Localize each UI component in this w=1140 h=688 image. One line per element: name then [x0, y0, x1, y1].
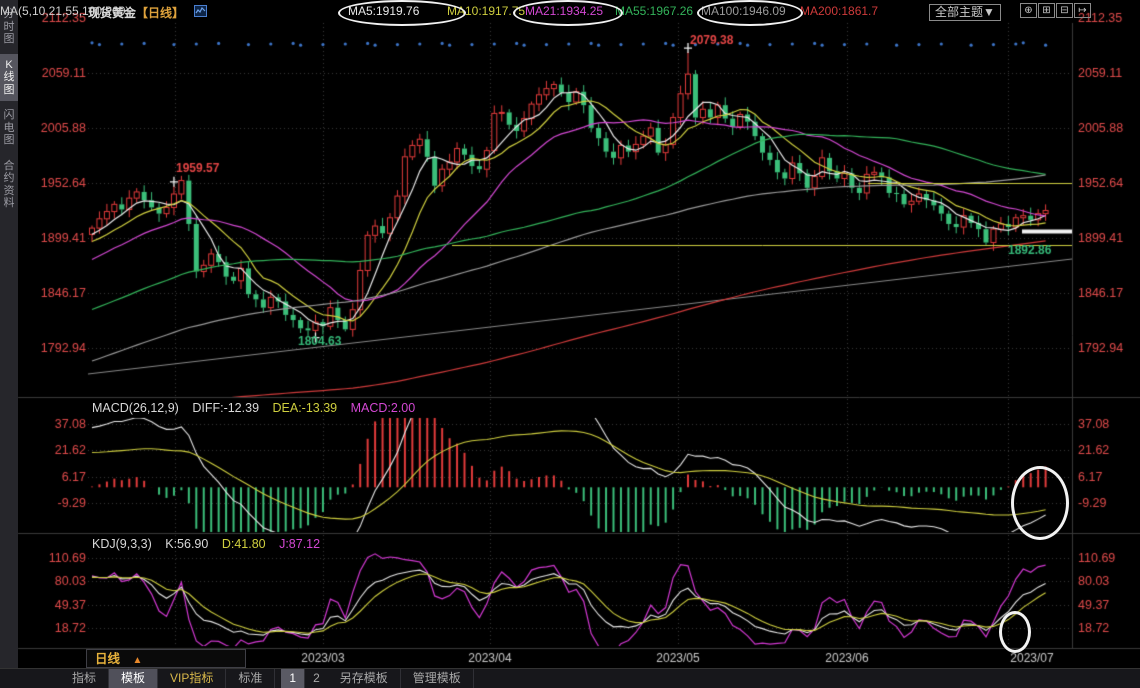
annotation-circle-3 [1011, 466, 1069, 540]
side-tab-contract-info[interactable]: 合约资料 [0, 155, 18, 215]
grid-icon[interactable]: ⊞ [1038, 3, 1055, 18]
period-selector[interactable]: 日线 ▲ [86, 649, 246, 668]
macd-dea-value: DEA:-13.39 [273, 401, 338, 415]
annotation-circle-0 [338, 0, 466, 26]
ma-group-label: MA(5,10,21,55,100,200) [0, 4, 129, 18]
period-arrow-icon: ▲ [132, 655, 142, 666]
annotation-circle-4 [999, 611, 1031, 653]
ma-value-5: MA200:1861.7 [800, 4, 878, 18]
tab-manage-templates[interactable]: 管理模板 [401, 669, 474, 688]
side-tab-flash-chart[interactable]: 闪电图 [0, 104, 18, 152]
tab-templates[interactable]: 模板 [109, 669, 158, 688]
macd-macd-value: MACD:2.00 [351, 401, 416, 415]
pan-icon[interactable]: ⊕ [1020, 3, 1037, 18]
macd-header: MACD(26,12,9) DIFF:-12.39 DEA:-13.39 MAC… [92, 401, 425, 415]
themes-dropdown-button[interactable]: 全部主题▼ [929, 4, 1001, 21]
main-chart-canvas[interactable] [0, 0, 1140, 688]
tab-save-as-template[interactable]: 另存模板 [328, 669, 401, 688]
macd-name: MACD(26,12,9) [92, 401, 179, 415]
left-sidebar: 分时图K线图闪电图合约资料 [0, 0, 18, 668]
kdj-header: KDJ(9,3,3) K:56.90 D:41.80 J:87.12 [92, 537, 330, 551]
annotation-circle-1 [513, 0, 623, 26]
bottom-tab-bar: 指标模板VIP指标标准 12另存模板管理模板 [0, 668, 1140, 688]
period-label: 日线 [95, 652, 120, 666]
ma-value-3: MA55:1967.26 [615, 4, 693, 18]
kdj-d-value: D:41.80 [222, 537, 266, 551]
kdj-name: KDJ(9,3,3) [92, 537, 152, 551]
period-tag: 【日线】 [136, 6, 184, 20]
tab-vip-indicators[interactable]: VIP指标 [158, 669, 226, 688]
scale-icon[interactable]: ⊟ [1056, 3, 1073, 18]
side-tab-kline-chart[interactable]: K线图 [0, 54, 18, 102]
tab-template-2[interactable]: 2 [305, 669, 328, 688]
annotation-circle-2 [697, 0, 803, 26]
tab-standard[interactable]: 标准 [226, 669, 275, 688]
kdj-j-value: J:87.12 [279, 537, 320, 551]
exit-icon[interactable]: ↦ [1074, 3, 1091, 18]
trading-app-window: { "window":{"width":1140,"height":688,"b… [0, 0, 1140, 688]
tab-indicators[interactable]: 指标 [60, 669, 109, 688]
tab-template-1[interactable]: 1 [281, 669, 305, 688]
macd-diff-value: DIFF:-12.39 [192, 401, 259, 415]
kdj-k-value: K:56.90 [165, 537, 208, 551]
chart-type-icon[interactable] [194, 5, 207, 20]
